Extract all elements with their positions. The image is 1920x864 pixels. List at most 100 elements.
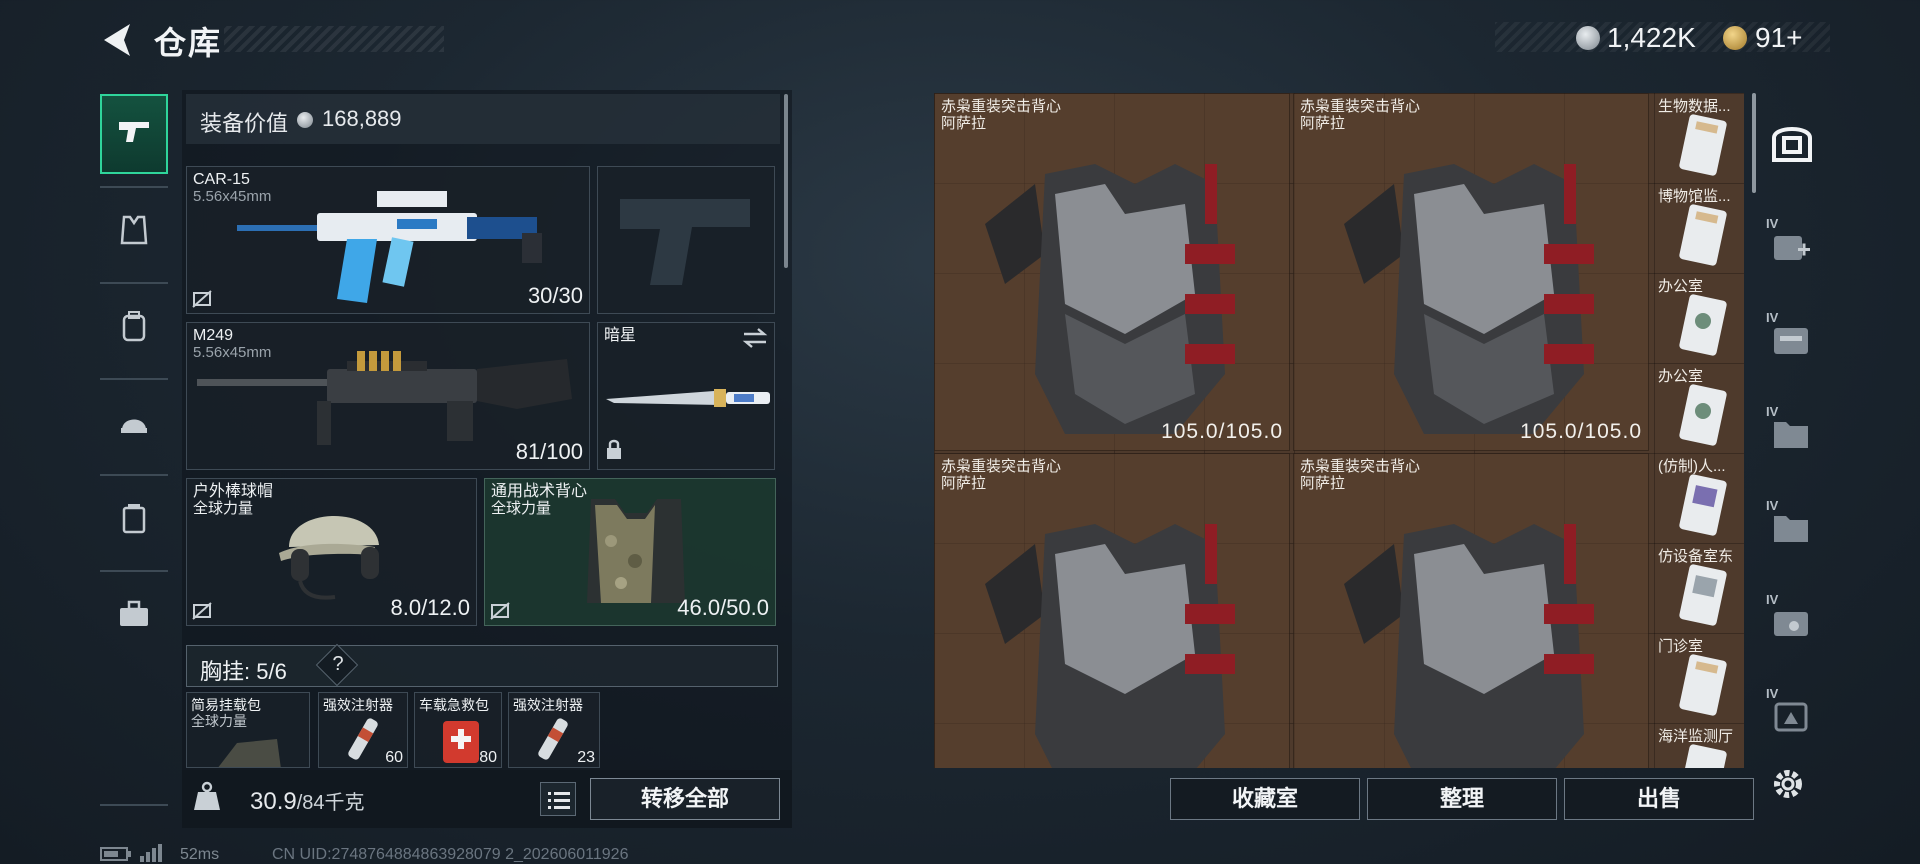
item-region: 阿萨拉	[1300, 475, 1346, 492]
storage-item-vest[interactable]: 赤枭重装突击背心 阿萨拉	[1293, 453, 1649, 768]
storage-item-vest[interactable]: 赤枭重装突击背心 阿萨拉 105.0/105.0	[934, 93, 1290, 451]
item-name: 强效注射器	[513, 697, 583, 713]
storage-tab-medical[interactable]: IV	[1764, 216, 1820, 272]
category-medkit[interactable]	[100, 576, 168, 656]
first-aid-bag-icon	[439, 715, 483, 767]
category-container[interactable]	[100, 480, 168, 560]
item-count: 60	[385, 749, 403, 766]
storage-item-keycard[interactable]: (仿制)人...	[1654, 453, 1744, 543]
melee-slot[interactable]: 暗星	[597, 322, 775, 470]
category-backpack[interactable]	[100, 288, 168, 368]
m249-machine-gun-icon	[187, 339, 587, 454]
armor-faction: 全球力量	[491, 500, 552, 517]
silver-coin-icon	[1576, 26, 1600, 50]
storage-item-keycard[interactable]: 办公室	[1654, 273, 1744, 363]
item-count: 23	[577, 749, 595, 766]
storage-item-keycard[interactable]: 博物馆监...	[1654, 183, 1744, 273]
category-weapons[interactable]	[100, 94, 168, 174]
storage-tabs-rail: IV IV IV IV IV IV	[1764, 88, 1820, 828]
chest-rig-item[interactable]: 强效注射器 60	[318, 692, 408, 768]
help-question-icon[interactable]: ?	[330, 653, 346, 676]
pouch-icon	[207, 733, 287, 767]
storage-tab-documents[interactable]: IV	[1764, 404, 1820, 460]
injector-icon	[529, 715, 579, 767]
tactical-vest-icon	[581, 491, 691, 616]
ping-value: 52ms	[180, 846, 220, 863]
storage-tab-misc[interactable]: IV	[1764, 686, 1820, 742]
vest-icon	[120, 215, 148, 250]
storage-item-keycard[interactable]: 海洋监测厅	[1654, 723, 1744, 768]
heavy-assault-vest-icon	[975, 504, 1255, 768]
pistol-slot-empty[interactable]	[597, 166, 775, 314]
backpack-icon	[120, 310, 148, 347]
knife-icon	[604, 383, 774, 418]
storage-grid: 赤枭重装突击背心 阿萨拉 105.0/105.0 赤枭重装突击背心 阿萨拉 10…	[934, 93, 1744, 768]
no-insurance-icon	[191, 601, 213, 621]
gold-coin-value[interactable]: 91+	[1755, 22, 1803, 54]
storage-item-keycard[interactable]: 生物数据...	[1654, 93, 1744, 183]
weight-max: /84千克	[296, 792, 365, 814]
category-rail	[100, 86, 168, 806]
rail-divider	[100, 570, 168, 572]
pistol-placeholder-icon	[610, 189, 760, 294]
heavy-assault-vest-icon	[975, 144, 1255, 439]
armor-name: 通用战术背心	[491, 483, 588, 500]
storage-item-vest[interactable]: 赤枭重装突击背心 阿萨拉	[934, 453, 1290, 768]
back-arrow-icon[interactable]	[98, 20, 138, 60]
helmet-slot[interactable]: 户外棒球帽 全球力量 8.0/12.0	[186, 478, 477, 626]
swap-icon[interactable]	[742, 327, 768, 354]
silver-coin-value: 1,422K	[1607, 22, 1696, 53]
weight-current: 30.9	[250, 788, 297, 815]
helmet-icon	[119, 408, 149, 441]
item-name: 赤枭重装突击背心	[1300, 98, 1421, 115]
storage-item-keycard[interactable]: 门诊室	[1654, 633, 1744, 723]
storage-tab-main[interactable]	[1764, 116, 1820, 172]
weight-icon	[190, 780, 224, 814]
list-view-button[interactable]	[540, 782, 576, 816]
storage-tab-tools[interactable]: IV	[1764, 592, 1820, 648]
item-region: 阿萨拉	[941, 115, 987, 132]
battery-icon	[100, 846, 132, 862]
storage-item-keycard[interactable]: 办公室	[1654, 363, 1744, 453]
gun-case-icon	[1772, 322, 1812, 363]
primary-weapon-slot[interactable]: CAR-15 5.56x45mm 30/30	[186, 166, 590, 314]
sell-button[interactable]: 出售	[1564, 778, 1754, 820]
box-icon	[1772, 698, 1812, 739]
equipment-scrollbar[interactable]	[784, 94, 788, 268]
item-name: 车载急救包	[419, 697, 489, 713]
rail-divider	[100, 378, 168, 380]
storage-item-vest[interactable]: 赤枭重装突击背心 阿萨拉 105.0/105.0	[1293, 93, 1649, 451]
storage-item-keycard[interactable]: 仿设备室东	[1654, 543, 1744, 633]
user-uid: CN UID:2748764884863928079 2_20260601192…	[272, 846, 629, 863]
keycard-icon	[1678, 383, 1728, 454]
category-helmet[interactable]	[100, 384, 168, 464]
toolcase-icon	[1772, 604, 1812, 645]
storage-tab-files[interactable]: IV	[1764, 498, 1820, 554]
no-insurance-icon	[489, 601, 511, 621]
chest-rig-item[interactable]: 简易挂载包 全球力量	[186, 692, 310, 768]
storage-scrollbar[interactable]	[1752, 93, 1756, 193]
helmet-faction: 全球力量	[193, 500, 254, 517]
car15-rifle-icon	[227, 173, 557, 313]
storage-tab-weapons[interactable]: IV	[1764, 310, 1820, 366]
folder-icon	[1772, 416, 1812, 457]
silver-coin-icon	[297, 112, 313, 128]
helmet-durability: 8.0/12.0	[390, 595, 470, 620]
chest-rig-item[interactable]: 车载急救包 80	[414, 692, 502, 768]
medical-plus-icon	[1772, 228, 1812, 269]
item-faction: 全球力量	[191, 713, 247, 729]
collection-room-button[interactable]: 收藏室	[1170, 778, 1360, 820]
item-count: 80	[479, 749, 497, 766]
transfer-all-button[interactable]: 转移全部	[590, 778, 780, 820]
armor-slot[interactable]: 通用战术背心 全球力量 46.0/50.0	[484, 478, 776, 626]
gear-icon[interactable]	[1768, 764, 1808, 804]
lock-icon	[604, 438, 624, 465]
chest-rig-capacity: 5/6	[256, 659, 287, 684]
chest-rig-item[interactable]: 强效注射器 23	[508, 692, 600, 768]
secondary-weapon-slot[interactable]: M249 5.56x45mm 81/100	[186, 322, 590, 470]
organize-button[interactable]: 整理	[1367, 778, 1557, 820]
category-armor[interactable]	[100, 192, 168, 272]
list-icon	[548, 790, 570, 815]
equipment-value: 168,889	[322, 106, 402, 131]
item-name: 赤枭重装突击背心	[1300, 458, 1421, 475]
